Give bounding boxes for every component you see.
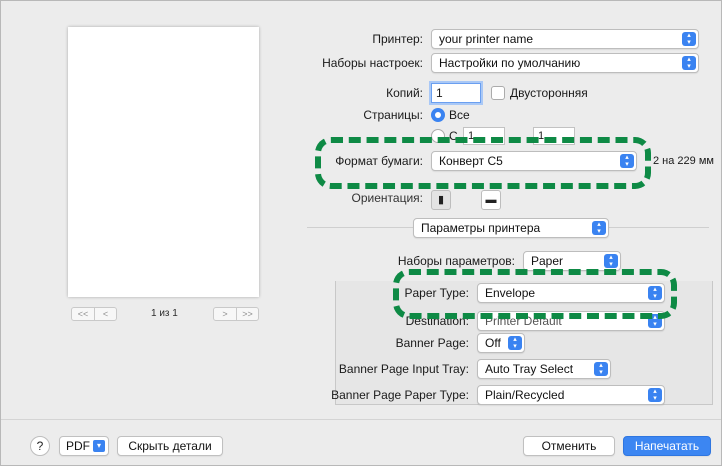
duplex-checkbox[interactable] <box>491 86 505 100</box>
footer-separator <box>1 419 721 420</box>
pages-all-radio[interactable] <box>431 108 445 122</box>
copies-label: Копий: <box>386 86 423 100</box>
paper-size-label: Формат бумаги: <box>327 151 423 171</box>
destination-select[interactable]: Printer Default ▴ ▾ <box>477 311 665 331</box>
destination-label: Destination: <box>405 314 469 328</box>
paper-size-value: Конверт C5 <box>439 154 503 168</box>
pages-from-label: С <box>449 129 458 143</box>
feature-sets-label: Наборы параметров: <box>397 254 515 268</box>
paper-size-select[interactable]: Конверт C5 ▴ ▾ <box>431 151 637 171</box>
print-button[interactable]: Напечатать <box>623 436 711 456</box>
pdf-menu-button[interactable]: PDF ▾ <box>59 436 109 456</box>
portrait-icon[interactable]: ▮ <box>431 190 451 210</box>
paper-type-select[interactable]: Envelope ▴ ▾ <box>477 283 665 303</box>
updown-icon: ▴ ▾ <box>648 286 662 300</box>
presets-select[interactable]: Настройки по умолчанию ▴ ▾ <box>431 53 699 73</box>
panel-select[interactable]: Параметры принтера ▴ ▾ <box>413 218 609 238</box>
print-dialog: << < 1 из 1 > >> Принтер: your printer n… <box>0 0 722 466</box>
presets-label: Наборы настроек: <box>322 56 423 70</box>
feature-sets-select[interactable]: Paper ▴ ▾ <box>523 251 621 271</box>
banner-tray-value: Auto Tray Select <box>485 362 574 376</box>
banner-tray-select[interactable]: Auto Tray Select ▴ ▾ <box>477 359 611 379</box>
preview-nav-back: << < <box>71 307 117 321</box>
printer-select[interactable]: your printer name ▴ ▾ <box>431 29 699 49</box>
updown-icon: ▴ ▾ <box>648 314 662 328</box>
hide-details-button[interactable]: Скрыть детали <box>117 436 223 456</box>
orientation-label: Ориентация: <box>351 191 423 205</box>
page-indicator: 1 из 1 <box>151 308 178 319</box>
pages-from-field[interactable]: 1 <box>463 127 505 145</box>
banner-paper-type-select[interactable]: Plain/Recycled ▴ ▾ <box>477 385 665 405</box>
banner-tray-label: Banner Page Input Tray: <box>338 362 469 376</box>
updown-icon: ▴ ▾ <box>648 388 662 402</box>
printer-label: Принтер: <box>372 32 423 46</box>
banner-paper-type-label: Banner Page Paper Type: <box>331 388 469 402</box>
updown-icon: ▴ ▾ <box>508 336 522 350</box>
pages-range-radio[interactable] <box>431 129 445 143</box>
pages-to-field[interactable]: 1 <box>533 127 575 145</box>
first-page-button[interactable]: << <box>72 308 94 320</box>
paper-size-dimensions: 2 на 229 мм <box>653 155 714 167</box>
duplex-label: Двусторонняя <box>510 86 588 100</box>
previous-page-button[interactable]: < <box>94 308 116 320</box>
printer-value: your printer name <box>439 32 534 46</box>
updown-icon: ▴ ▾ <box>682 56 696 70</box>
destination-value: Printer Default <box>485 314 562 328</box>
feature-sets-value: Paper <box>531 254 564 268</box>
banner-page-value: Off <box>485 336 501 350</box>
banner-paper-type-value: Plain/Recycled <box>485 388 565 402</box>
cancel-button[interactable]: Отменить <box>523 436 615 456</box>
banner-page-label: Banner Page: <box>395 336 469 350</box>
preview-nav-forward: > >> <box>213 307 259 321</box>
updown-icon: ▴ ▾ <box>682 32 696 46</box>
page-preview <box>68 27 259 297</box>
pages-label: Страницы: <box>363 108 423 122</box>
pdf-label: PDF <box>66 439 90 453</box>
updown-icon: ▴ ▾ <box>594 362 608 376</box>
paper-type-label: Paper Type: <box>398 283 469 303</box>
updown-icon: ▴ ▾ <box>620 154 634 168</box>
panel-value: Параметры принтера <box>421 221 541 235</box>
paper-type-value: Envelope <box>485 286 536 300</box>
help-button[interactable]: ? <box>30 436 50 456</box>
pages-all-label: Все <box>449 108 470 122</box>
banner-page-select[interactable]: Off ▴ ▾ <box>477 333 525 353</box>
landscape-icon[interactable]: ▬ <box>481 190 501 210</box>
updown-icon: ▴ ▾ <box>592 221 606 235</box>
next-page-button[interactable]: > <box>214 308 236 320</box>
updown-icon: ▴ ▾ <box>604 254 618 268</box>
last-page-button[interactable]: >> <box>236 308 258 320</box>
presets-value: Настройки по умолчанию <box>439 56 581 70</box>
chevron-down-icon: ▾ <box>93 440 105 452</box>
copies-field[interactable]: 1 <box>431 83 481 103</box>
